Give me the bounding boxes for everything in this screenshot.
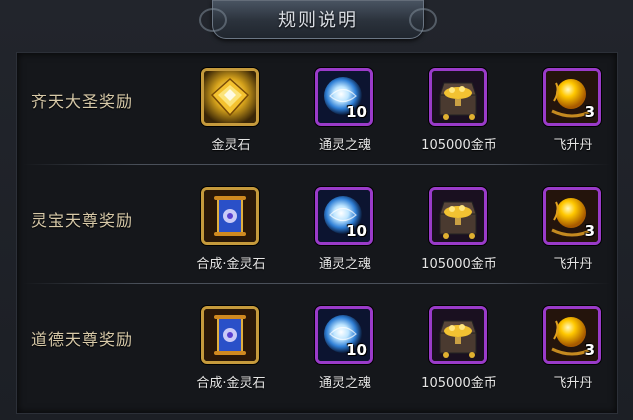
reward-row-label: 齐天大圣奖励: [31, 92, 134, 111]
reward-item-name: 飞升丹: [553, 257, 593, 272]
reward-item[interactable]: 105000金币: [399, 187, 519, 287]
title-plate: 规则说明: [199, 0, 437, 39]
reward-item[interactable]: 105000金币: [399, 68, 519, 168]
reward-row: 灵宝天尊奖励 合成·金灵石 10 通灵之魂 105000金币 3 飞升丹: [17, 172, 617, 284]
treasure-chest-icon[interactable]: [429, 68, 487, 126]
item-count: 10: [346, 341, 367, 359]
row-divider: [23, 164, 611, 165]
spirit-soul-orb-icon[interactable]: 10: [315, 306, 373, 364]
reward-item[interactable]: 10 通灵之魂: [285, 306, 405, 406]
reward-item-name: 通灵之魂: [318, 376, 371, 391]
reward-row: 齐天大圣奖励 金灵石 10 通灵之魂 105000金币 3 飞升丹: [17, 53, 617, 165]
item-count: 3: [584, 341, 595, 359]
reward-item-name: 合成·金灵石: [196, 376, 266, 391]
reward-item-name: 105000金币: [421, 257, 497, 272]
reward-item-name: 通灵之魂: [318, 257, 371, 272]
item-count: 10: [346, 222, 367, 240]
reward-item[interactable]: 合成·金灵石: [171, 306, 291, 406]
synthesis-scroll-icon[interactable]: [201, 306, 259, 364]
spirit-soul-orb-icon[interactable]: 10: [315, 68, 373, 126]
synthesis-scroll-icon[interactable]: [201, 187, 259, 245]
gold-spirit-stone-icon[interactable]: [201, 68, 259, 126]
ornament-left-icon: [199, 8, 227, 32]
reward-row-label: 灵宝天尊奖励: [31, 211, 134, 230]
reward-item-name: 105000金币: [421, 376, 497, 391]
ascension-pill-icon[interactable]: 3: [543, 306, 601, 364]
item-count: 10: [346, 103, 367, 121]
reward-row-label: 道德天尊奖励: [31, 330, 134, 349]
ascension-pill-icon[interactable]: 3: [543, 68, 601, 126]
reward-item-name: 飞升丹: [553, 138, 593, 153]
reward-item[interactable]: 3 飞升丹: [513, 187, 633, 287]
treasure-chest-icon[interactable]: [429, 187, 487, 245]
reward-item[interactable]: 10 通灵之魂: [285, 187, 405, 287]
reward-item[interactable]: 3 飞升丹: [513, 306, 633, 406]
treasure-chest-icon[interactable]: [429, 306, 487, 364]
rules-dialog: 规则说明 齐天大圣奖励 金灵石 10 通灵之魂 105000金币 3 飞升丹 灵…: [0, 0, 633, 420]
rewards-panel: 齐天大圣奖励 金灵石 10 通灵之魂 105000金币 3 飞升丹 灵宝天尊奖励…: [16, 52, 618, 414]
item-count: 3: [584, 103, 595, 121]
row-divider: [23, 283, 611, 284]
spirit-soul-orb-icon[interactable]: 10: [315, 187, 373, 245]
reward-item-name: 105000金币: [421, 138, 497, 153]
reward-item-name: 合成·金灵石: [196, 257, 266, 272]
reward-item[interactable]: 合成·金灵石: [171, 187, 291, 287]
item-count: 3: [584, 222, 595, 240]
reward-item-name: 飞升丹: [553, 376, 593, 391]
ornament-right-icon: [409, 8, 437, 32]
reward-row: 道德天尊奖励 合成·金灵石 10 通灵之魂 105000金币 3 飞升丹: [17, 291, 617, 403]
reward-item[interactable]: 10 通灵之魂: [285, 68, 405, 168]
ascension-pill-icon[interactable]: 3: [543, 187, 601, 245]
reward-item[interactable]: 105000金币: [399, 306, 519, 406]
reward-item-name: 通灵之魂: [318, 138, 371, 153]
reward-item[interactable]: 金灵石: [171, 68, 291, 168]
reward-item-name: 金灵石: [211, 138, 251, 153]
reward-item[interactable]: 3 飞升丹: [513, 68, 633, 168]
dialog-title: 规则说明: [278, 10, 358, 31]
